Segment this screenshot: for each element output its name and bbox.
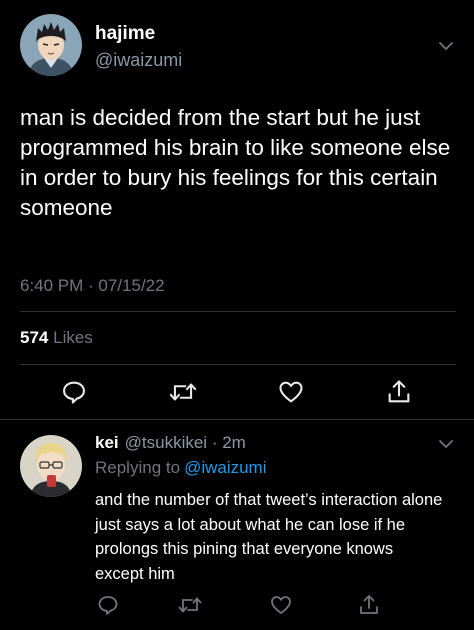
replying-mention[interactable]: @iwaizumi <box>184 458 266 477</box>
author-name[interactable]: hajime <box>95 23 155 45</box>
divider <box>20 364 456 365</box>
share-icon <box>360 595 378 614</box>
reply-button[interactable] <box>96 593 120 617</box>
retweet-button[interactable] <box>168 378 198 406</box>
likes-count[interactable]: 574 Likes <box>20 328 93 348</box>
tweet-timestamp[interactable]: 6:40 PM · 07/15/22 <box>20 276 165 296</box>
share-icon <box>388 380 410 403</box>
heart-icon <box>271 596 291 614</box>
likes-number: 574 <box>20 328 49 347</box>
likes-label: Likes <box>53 328 93 347</box>
reply-header: kei @tsukkikei · 2m <box>95 433 246 453</box>
reply-button[interactable] <box>60 378 88 406</box>
heart-icon <box>279 381 303 403</box>
like-button[interactable] <box>277 378 305 406</box>
comment-bubble-icon <box>98 596 118 615</box>
comment-bubble-icon <box>63 381 85 404</box>
author-handle[interactable]: @iwaizumi <box>95 50 182 71</box>
chevron-down-icon[interactable] <box>436 36 456 56</box>
share-button[interactable] <box>357 593 381 617</box>
reply-author-handle[interactable]: @tsukkikei <box>125 433 207 452</box>
retweet-icon <box>169 383 197 401</box>
reply-text: and the number of that tweet’s interacti… <box>95 491 443 583</box>
share-button[interactable] <box>385 378 413 406</box>
divider <box>20 311 456 312</box>
chevron-down-icon[interactable] <box>436 434 456 454</box>
reply-time: · 2m <box>207 433 246 452</box>
replying-label: Replying to <box>95 458 181 477</box>
divider <box>0 419 474 420</box>
avatar[interactable] <box>20 14 82 76</box>
tweet-text: man is decided from the start but he jus… <box>20 105 451 220</box>
like-button[interactable] <box>269 593 293 617</box>
replying-to: Replying to @iwaizumi <box>95 458 267 478</box>
avatar[interactable] <box>20 435 82 497</box>
retweet-button[interactable] <box>177 593 203 617</box>
retweet-icon <box>178 597 202 613</box>
reply-author-name[interactable]: kei <box>95 433 119 452</box>
